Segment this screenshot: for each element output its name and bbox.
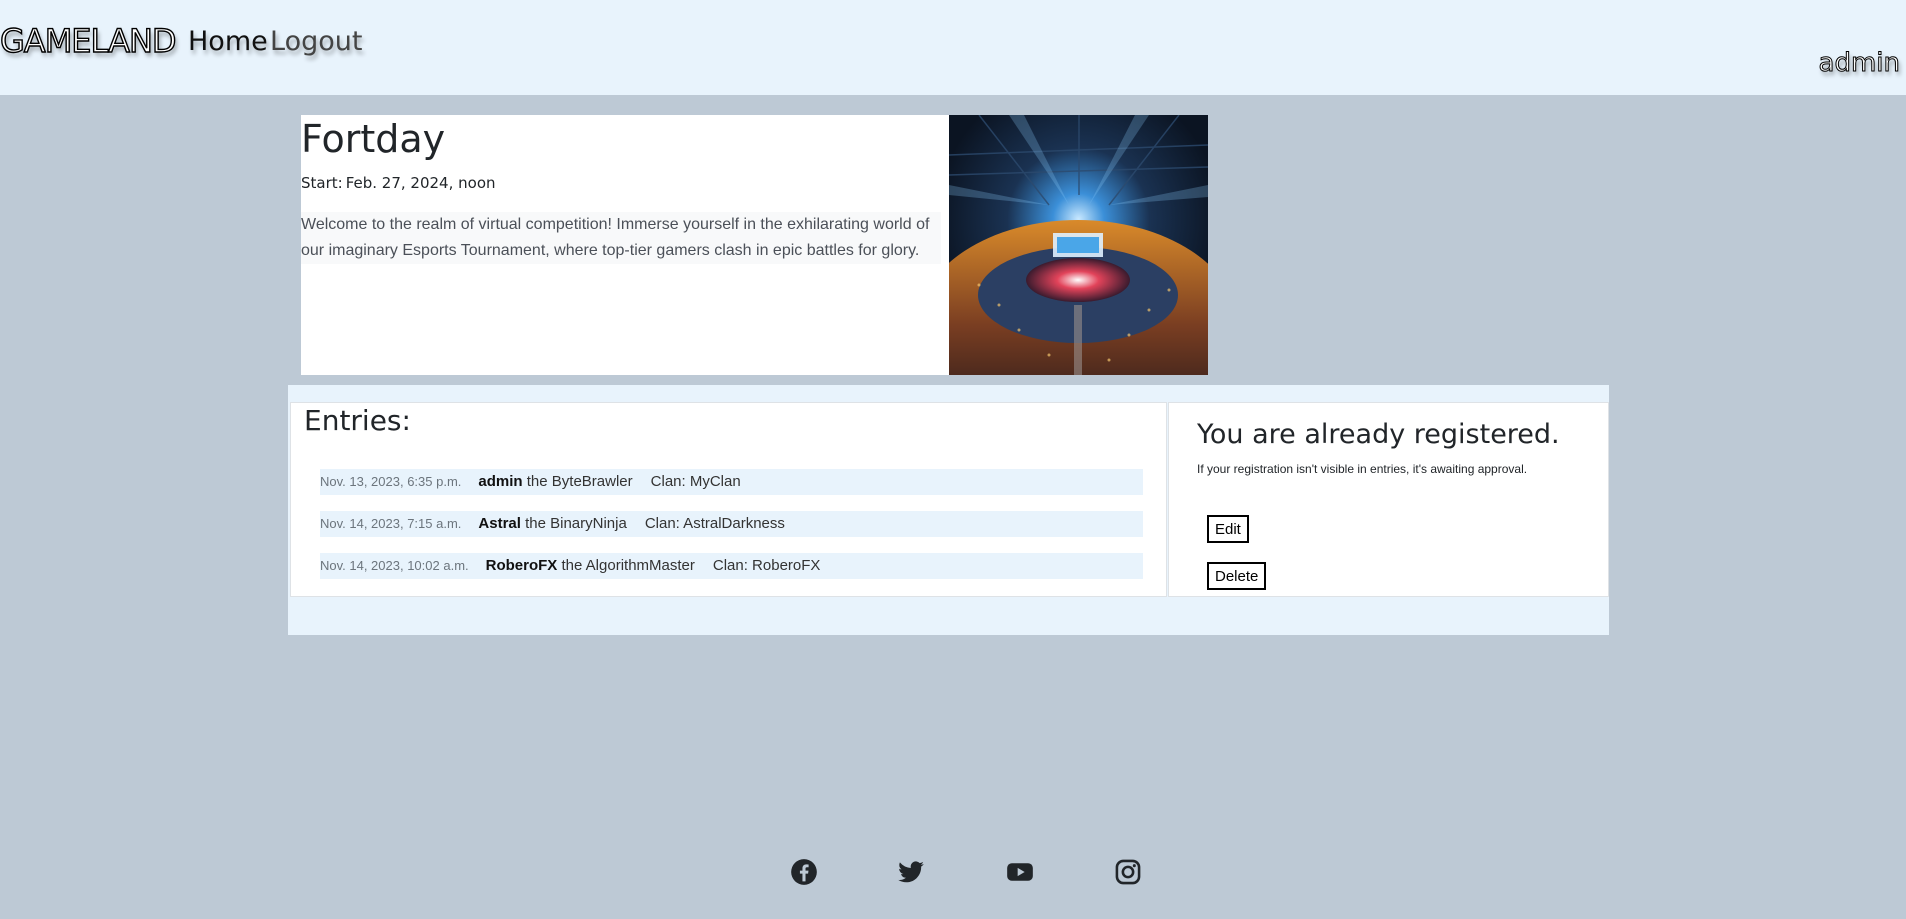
entry-date: Nov. 14, 2023, 10:02 a.m. — [320, 558, 469, 573]
start-value: Feb. 27, 2024, noon — [345, 174, 496, 192]
entries-title: Entries: — [304, 404, 411, 437]
tournament-card: Fortday Start: Feb. 27, 2024, noon Welcom… — [301, 115, 1208, 375]
twitter-icon[interactable] — [897, 858, 925, 886]
registration-note: If your registration isn't visible in en… — [1197, 462, 1528, 476]
entry-username: RoberoFX — [485, 557, 558, 574]
entry-title: the ByteBrawler — [526, 473, 633, 490]
tournament-description: Welcome to the realm of virtual competit… — [301, 212, 941, 264]
current-user-name: admin — [1818, 48, 1900, 79]
entry-title: the BinaryNinja — [525, 515, 627, 532]
entry-date: Nov. 13, 2023, 6:35 p.m. — [320, 474, 462, 489]
registration-status-title: You are already registered. — [1197, 419, 1560, 450]
nav-home-link[interactable]: Home — [188, 26, 268, 57]
registration-panel: You are already registered. If your regi… — [1168, 402, 1609, 597]
start-label: Start: — [301, 174, 343, 192]
entry-clan: Clan: RoberoFX — [712, 557, 821, 574]
tournament-title: Fortday — [301, 117, 446, 161]
entry-clan: Clan: MyClan — [650, 473, 741, 490]
tournament-arena-image — [949, 115, 1208, 375]
entry-row: Nov. 14, 2023, 7:15 a.m. Astral the Binar… — [320, 511, 1143, 537]
entry-username: admin — [478, 473, 523, 490]
entry-row: Nov. 14, 2023, 10:02 a.m. RoberoFX the Al… — [320, 553, 1143, 579]
entries-panel: Entries: Nov. 13, 2023, 6:35 p.m. admin t… — [290, 402, 1167, 597]
entry-row: Nov. 13, 2023, 6:35 p.m. admin the ByteBr… — [320, 469, 1143, 495]
top-navbar: GAMELAND Home Logout admin — [0, 0, 1906, 95]
facebook-icon[interactable] — [790, 858, 818, 886]
entry-date: Nov. 14, 2023, 7:15 a.m. — [320, 516, 462, 531]
tournament-start: Start: Feb. 27, 2024, noon — [301, 174, 496, 192]
entry-clan: Clan: AstralDarkness — [644, 515, 785, 532]
nav-logout-link[interactable]: Logout — [270, 26, 362, 57]
tournament-details-section: Entries: Nov. 13, 2023, 6:35 p.m. admin t… — [288, 385, 1609, 635]
delete-registration-button[interactable]: Delete — [1207, 562, 1267, 590]
entry-username: Astral — [478, 515, 521, 532]
brand-logo[interactable]: GAMELAND — [0, 21, 177, 60]
entry-title: the AlgorithmMaster — [561, 557, 695, 574]
youtube-icon[interactable] — [1005, 858, 1033, 886]
instagram-icon[interactable] — [1114, 858, 1142, 886]
edit-registration-button[interactable]: Edit — [1207, 515, 1249, 543]
